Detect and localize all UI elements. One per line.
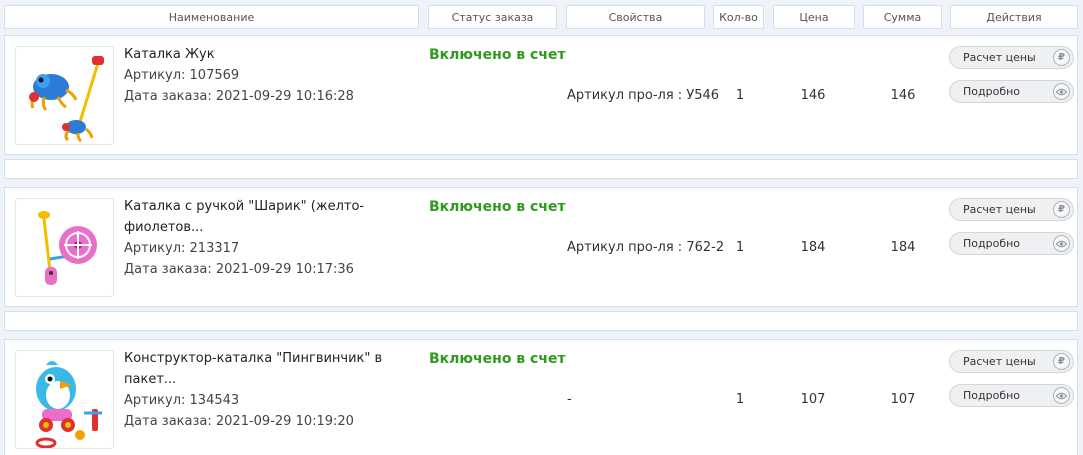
product-info: Конструктор-каталка "Пингвинчик" в пакет… bbox=[124, 348, 404, 432]
price: 107 bbox=[800, 392, 826, 407]
product-name[interactable]: Каталка Жук bbox=[124, 44, 404, 65]
product-info: Каталка Жук Артикул: 107569 Дата заказа:… bbox=[124, 44, 404, 107]
col-header-status: Статус заказа bbox=[428, 5, 557, 29]
product-image-beetle[interactable] bbox=[15, 46, 114, 145]
ruble-icon: ₽ bbox=[1053, 49, 1070, 66]
col-header-props: Свойства bbox=[566, 5, 705, 29]
product-name-cont[interactable]: фиолетов... bbox=[124, 217, 404, 238]
row-separator bbox=[4, 311, 1078, 331]
ruble-icon: ₽ bbox=[1053, 201, 1070, 218]
product-props: Артикул про-ля : У546 bbox=[567, 88, 720, 103]
price-calc-label: Расчет цены bbox=[963, 51, 1036, 64]
product-article: Артикул: 107569 bbox=[124, 68, 240, 83]
product-name[interactable]: Конструктор-каталка "Пингвинчик" в bbox=[124, 348, 404, 369]
order-date: Дата заказа: 2021-09-29 10:16:28 bbox=[124, 89, 354, 104]
table-header: Наименование Статус заказа Свойства Кол-… bbox=[0, 0, 1083, 34]
order-status: Включено в счет bbox=[429, 199, 566, 215]
product-name-cont[interactable]: пакет... bbox=[124, 369, 404, 390]
price: 184 bbox=[800, 240, 826, 255]
price-calc-label: Расчет цены bbox=[963, 355, 1036, 368]
product-image-ball-walker[interactable] bbox=[15, 198, 114, 297]
product-article: Артикул: 213317 bbox=[124, 241, 240, 256]
details-button[interactable]: Подробно bbox=[949, 384, 1074, 407]
price-calc-button[interactable]: Расчет цены ₽ bbox=[949, 46, 1074, 69]
quantity: 1 bbox=[735, 88, 745, 103]
table-row: Каталка с ручкой "Шарик" (желто- фиолето… bbox=[4, 187, 1078, 307]
col-header-sum: Сумма bbox=[863, 5, 942, 29]
col-header-qty: Кол-во bbox=[713, 5, 764, 29]
details-button[interactable]: Подробно bbox=[949, 232, 1074, 255]
col-header-name: Наименование bbox=[4, 5, 419, 29]
price: 146 bbox=[800, 88, 826, 103]
details-label: Подробно bbox=[963, 85, 1021, 98]
product-info: Каталка с ручкой "Шарик" (желто- фиолето… bbox=[124, 196, 404, 280]
col-header-price: Цена bbox=[773, 5, 855, 29]
quantity: 1 bbox=[735, 240, 745, 255]
table-row: Конструктор-каталка "Пингвинчик" в пакет… bbox=[4, 339, 1078, 455]
price-calc-button[interactable]: Расчет цены ₽ bbox=[949, 198, 1074, 221]
eye-icon bbox=[1053, 235, 1070, 252]
ruble-icon: ₽ bbox=[1053, 353, 1070, 370]
sum: 184 bbox=[890, 240, 916, 255]
order-status: Включено в счет bbox=[429, 351, 566, 367]
product-props: Артикул про-ля : 762-2 bbox=[567, 240, 725, 255]
eye-icon bbox=[1053, 83, 1070, 100]
order-status: Включено в счет bbox=[429, 47, 566, 63]
details-label: Подробно bbox=[963, 389, 1021, 402]
sum: 146 bbox=[890, 88, 916, 103]
order-date: Дата заказа: 2021-09-29 10:17:36 bbox=[124, 262, 354, 277]
eye-icon bbox=[1053, 387, 1070, 404]
product-article: Артикул: 134543 bbox=[124, 393, 240, 408]
details-label: Подробно bbox=[963, 237, 1021, 250]
details-button[interactable]: Подробно bbox=[949, 80, 1074, 103]
order-date: Дата заказа: 2021-09-29 10:19:20 bbox=[124, 414, 354, 429]
product-name[interactable]: Каталка с ручкой "Шарик" (желто- bbox=[124, 196, 404, 217]
price-calc-button[interactable]: Расчет цены ₽ bbox=[949, 350, 1074, 373]
row-separator bbox=[4, 159, 1078, 179]
product-props: - bbox=[567, 392, 572, 407]
sum: 107 bbox=[890, 392, 916, 407]
product-image-penguin[interactable] bbox=[15, 350, 114, 449]
table-row: Каталка Жук Артикул: 107569 Дата заказа:… bbox=[4, 35, 1078, 155]
col-header-actions: Действия bbox=[950, 5, 1078, 29]
quantity: 1 bbox=[735, 392, 745, 407]
price-calc-label: Расчет цены bbox=[963, 203, 1036, 216]
